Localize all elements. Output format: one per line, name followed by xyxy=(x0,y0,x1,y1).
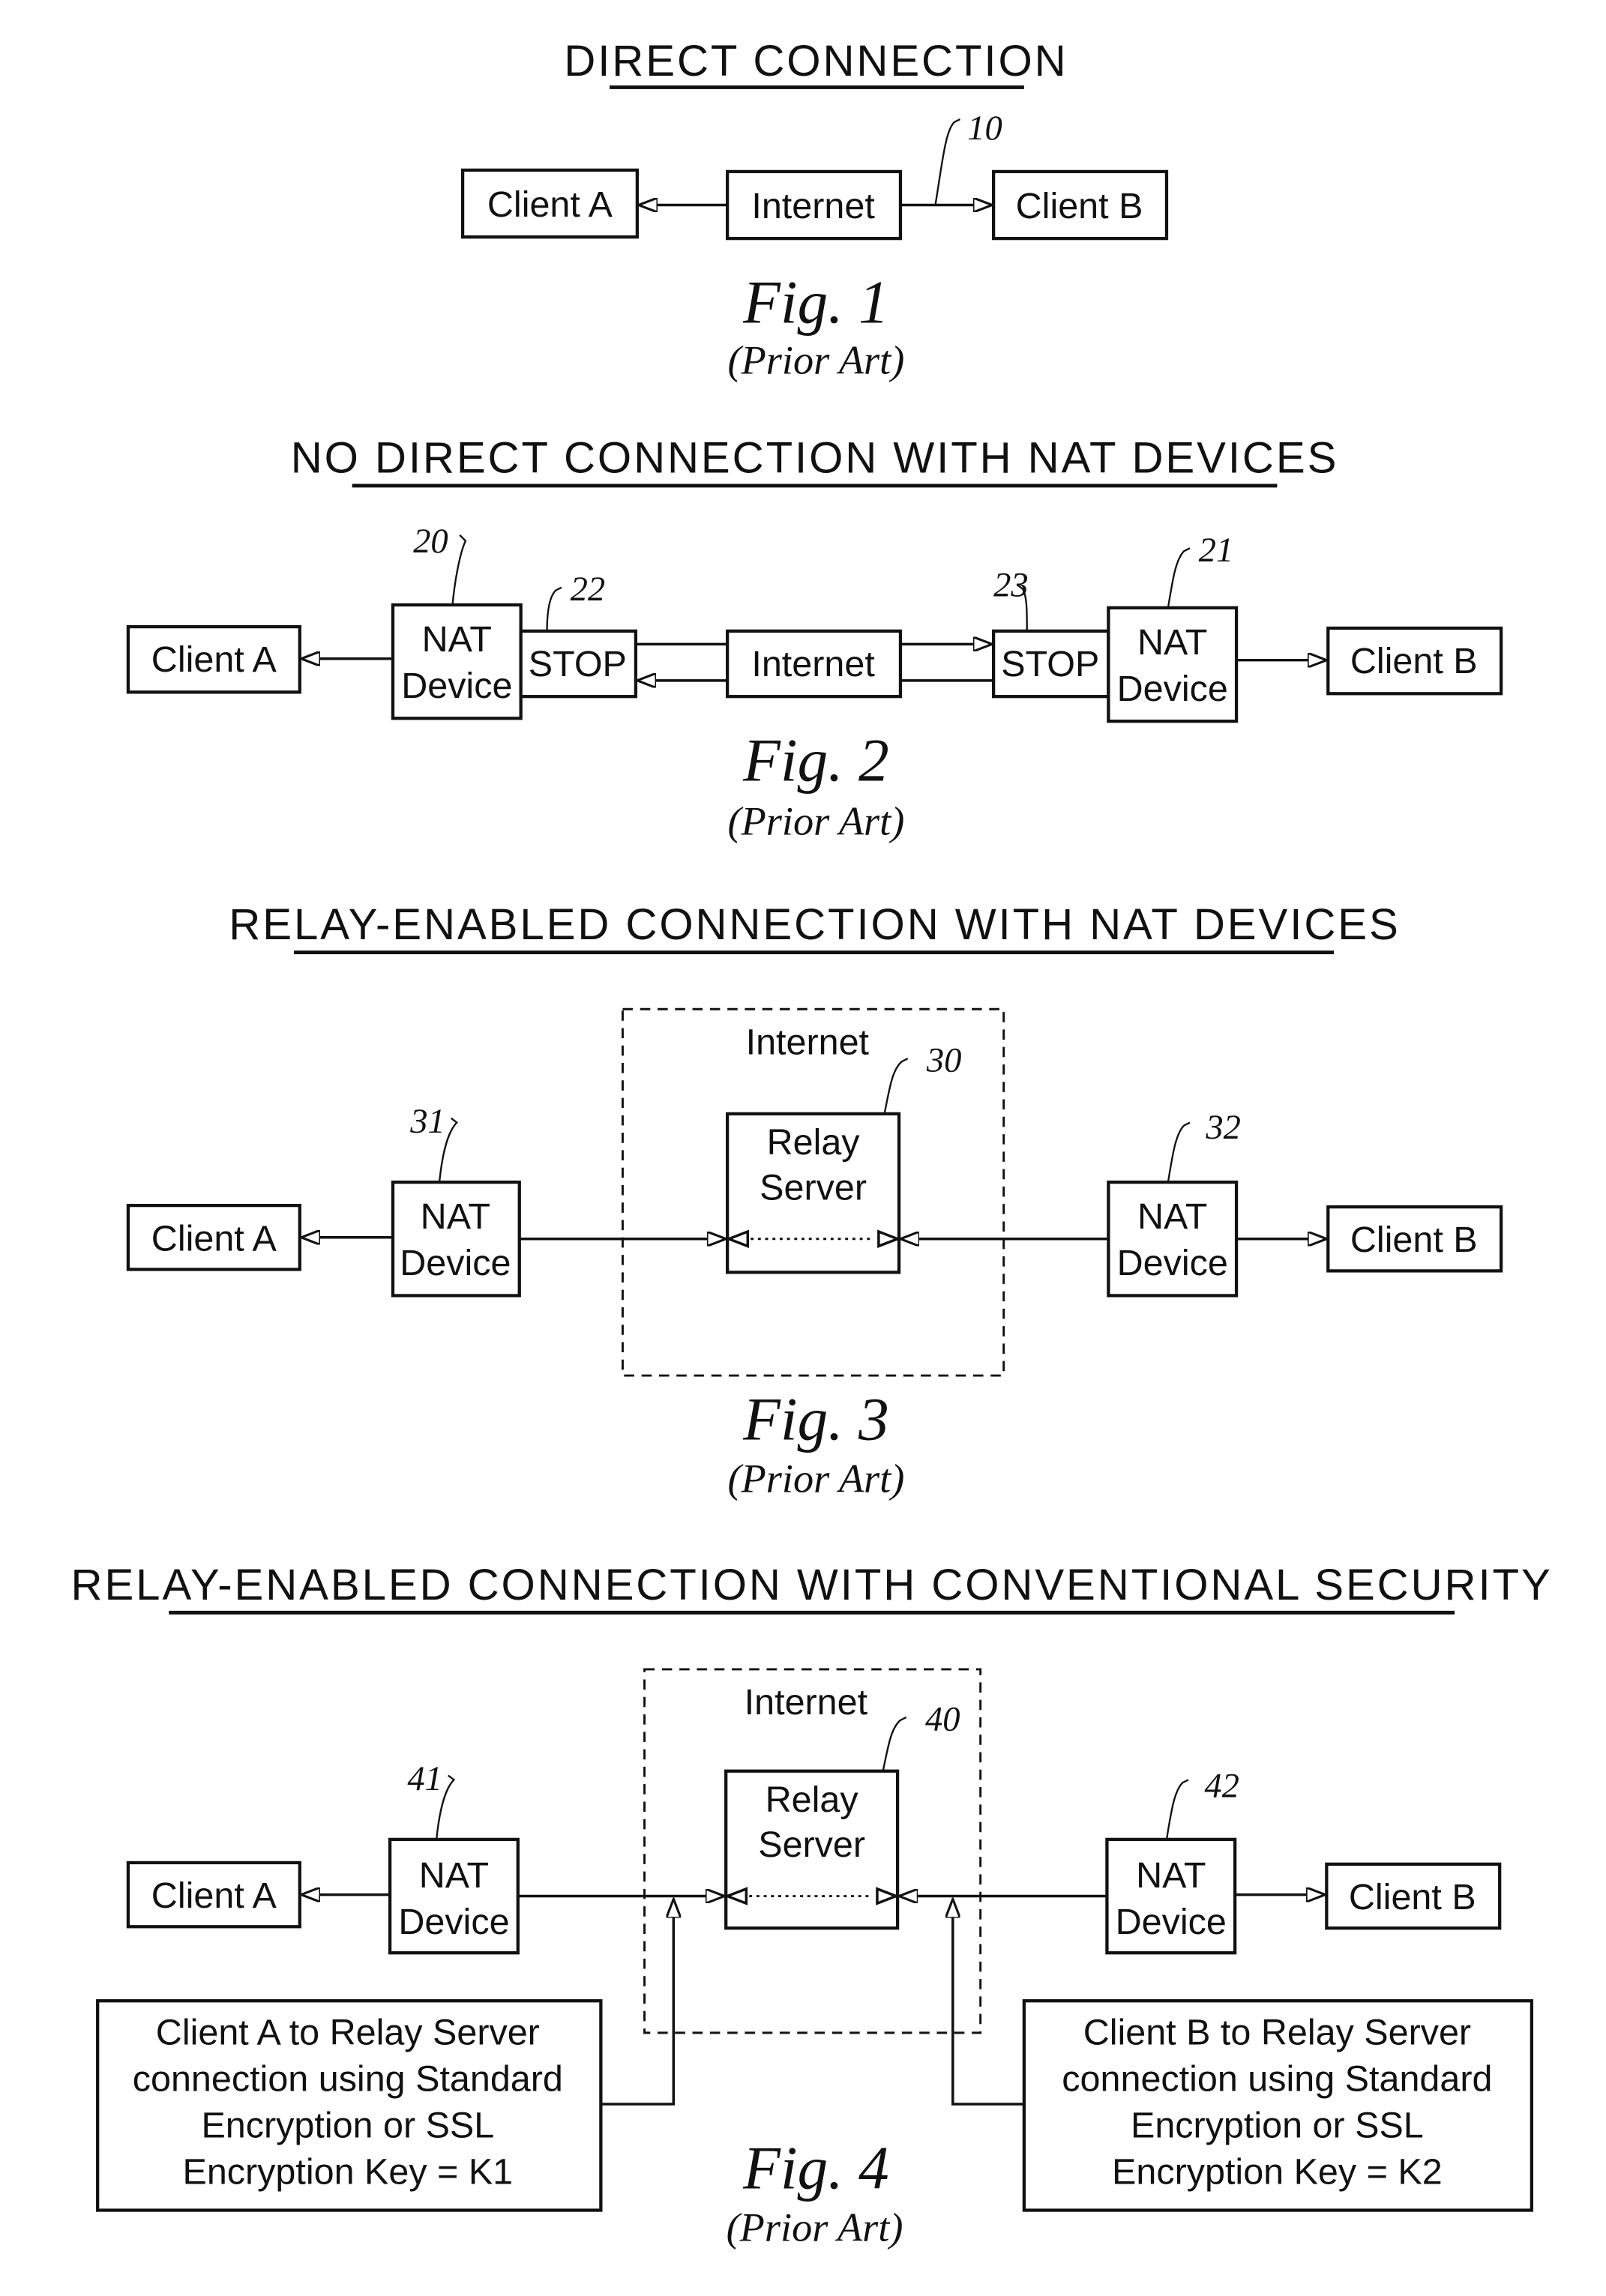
fig3-ref-31: 31 xyxy=(409,1103,445,1141)
figure-2-title: NO DIRECT CONNECTION WITH NAT DEVICES xyxy=(291,433,1339,482)
fig4-note-a-line-2: connection using Standard xyxy=(133,2058,563,2099)
fig4-ref-42: 42 xyxy=(1204,1768,1239,1806)
fig3-nat-b-label-1: NAT xyxy=(1137,1196,1207,1237)
fig3-client-a-label: Client A xyxy=(151,1218,277,1259)
fig2-ref-23: 23 xyxy=(993,566,1029,604)
fig4-client-a-label: Client A xyxy=(151,1875,277,1916)
fig4-nat-b-label-2: Device xyxy=(1116,1902,1227,1942)
fig2-client-b-label: Client B xyxy=(1350,641,1478,681)
figure-3: RELAY-ENABLED CONNECTION WITH NAT DEVICE… xyxy=(126,900,1503,1501)
fig3-ref-30: 30 xyxy=(926,1042,962,1080)
fig1-caption: Fig. 1 xyxy=(742,268,889,337)
fig2-ref-leader-21 xyxy=(1167,547,1191,609)
figure-4-title: RELAY-ENABLED CONNECTION WITH CONVENTION… xyxy=(71,1561,1553,1609)
figure-2: NO DIRECT CONNECTION WITH NAT DEVICES Cl… xyxy=(126,433,1503,843)
fig3-relay-label-2: Server xyxy=(760,1167,867,1208)
fig2-ref-leader-20 xyxy=(451,534,467,606)
fig2-nat-a-label-2: Device xyxy=(401,666,512,706)
fig2-nat-b-label-1: NAT xyxy=(1137,622,1207,663)
fig1-internet-label: Internet xyxy=(751,186,875,226)
fig4-note-b-pointer xyxy=(953,1899,1024,2106)
figure-1-title: DIRECT CONNECTION xyxy=(564,37,1068,85)
fig4-ref-41: 41 xyxy=(407,1760,442,1798)
fig2-nat-a-label-1: NAT xyxy=(422,619,492,660)
fig3-caption: Fig. 3 xyxy=(742,1384,889,1453)
fig2-internet-label: Internet xyxy=(751,644,875,684)
fig1-client-a-label: Client A xyxy=(487,184,613,225)
fig4-note-b-line-3: Encryption or SSL xyxy=(1131,2106,1424,2146)
fig1-client-b-label: Client B xyxy=(1016,186,1143,226)
fig4-caption: Fig. 4 xyxy=(742,2133,889,2202)
fig2-caption: Fig. 2 xyxy=(742,726,889,795)
fig4-note-a-line-4: Encryption Key = K1 xyxy=(183,2152,514,2193)
fig2-stop-a-label: STOP xyxy=(529,644,627,684)
fig3-subcaption: (Prior Art) xyxy=(728,1456,905,1501)
figure-3-title: RELAY-ENABLED CONNECTION WITH NAT DEVICE… xyxy=(229,900,1400,949)
fig2-ref-20: 20 xyxy=(413,522,448,561)
fig3-ref-32: 32 xyxy=(1205,1109,1241,1147)
fig3-nat-b-label-2: Device xyxy=(1117,1243,1228,1283)
fig4-nat-b-label-1: NAT xyxy=(1136,1855,1206,1896)
fig4-nat-a-label-1: NAT xyxy=(419,1855,489,1896)
fig3-ref-leader-32 xyxy=(1167,1121,1191,1183)
fig4-note-a-line-3: Encryption or SSL xyxy=(201,2106,494,2146)
fig2-client-a-label: Client A xyxy=(151,639,277,680)
fig4-note-b-line-2: connection using Standard xyxy=(1062,2058,1492,2099)
fig4-ref-40: 40 xyxy=(925,1700,960,1738)
fig1-subcaption: (Prior Art) xyxy=(728,338,905,383)
fig4-note-b-line-4: Encryption Key = K2 xyxy=(1112,2152,1443,2193)
fig3-nat-a-label-2: Device xyxy=(400,1243,511,1283)
fig2-subcaption: (Prior Art) xyxy=(728,798,905,843)
patent-drawing-sheet: DIRECT CONNECTION Client A Internet Clie… xyxy=(71,37,1553,2250)
fig4-internet-label: Internet xyxy=(745,1682,868,1723)
fig3-client-b-label: Client B xyxy=(1350,1220,1478,1260)
fig2-ref-22: 22 xyxy=(571,570,606,609)
fig2-nat-b-label-2: Device xyxy=(1117,669,1228,709)
fig4-relay-label-2: Server xyxy=(758,1825,865,1865)
fig4-subcaption: (Prior Art) xyxy=(727,2205,903,2250)
fig3-relay-label-1: Relay xyxy=(767,1122,861,1163)
fig4-nat-a-label-2: Device xyxy=(398,1902,509,1942)
fig4-ref-leader-40 xyxy=(882,1716,907,1771)
figure-4: RELAY-ENABLED CONNECTION WITH CONVENTION… xyxy=(71,1561,1553,2250)
fig1-ref-leader-10 xyxy=(934,118,961,205)
fig4-note-b-line-1: Client B to Relay Server xyxy=(1083,2012,1471,2052)
fig3-nat-a-label-1: NAT xyxy=(421,1196,490,1237)
fig1-ref-10: 10 xyxy=(967,109,1002,148)
fig2-stop-b-label: STOP xyxy=(1001,644,1099,684)
fig3-internet-label: Internet xyxy=(746,1022,870,1062)
fig4-ref-leader-42 xyxy=(1165,1779,1189,1840)
fig4-client-b-label: Client B xyxy=(1349,1877,1476,1917)
fig4-relay-label-1: Relay xyxy=(766,1780,859,1820)
fig4-note-a-pointer xyxy=(601,1899,673,2106)
figure-1: DIRECT CONNECTION Client A Internet Clie… xyxy=(460,37,1169,383)
fig3-ref-leader-30 xyxy=(883,1058,909,1115)
fig4-note-a-line-1: Client A to Relay Server xyxy=(156,2012,540,2052)
fig2-ref-leader-22 xyxy=(546,586,562,631)
fig2-ref-21: 21 xyxy=(1199,531,1234,570)
